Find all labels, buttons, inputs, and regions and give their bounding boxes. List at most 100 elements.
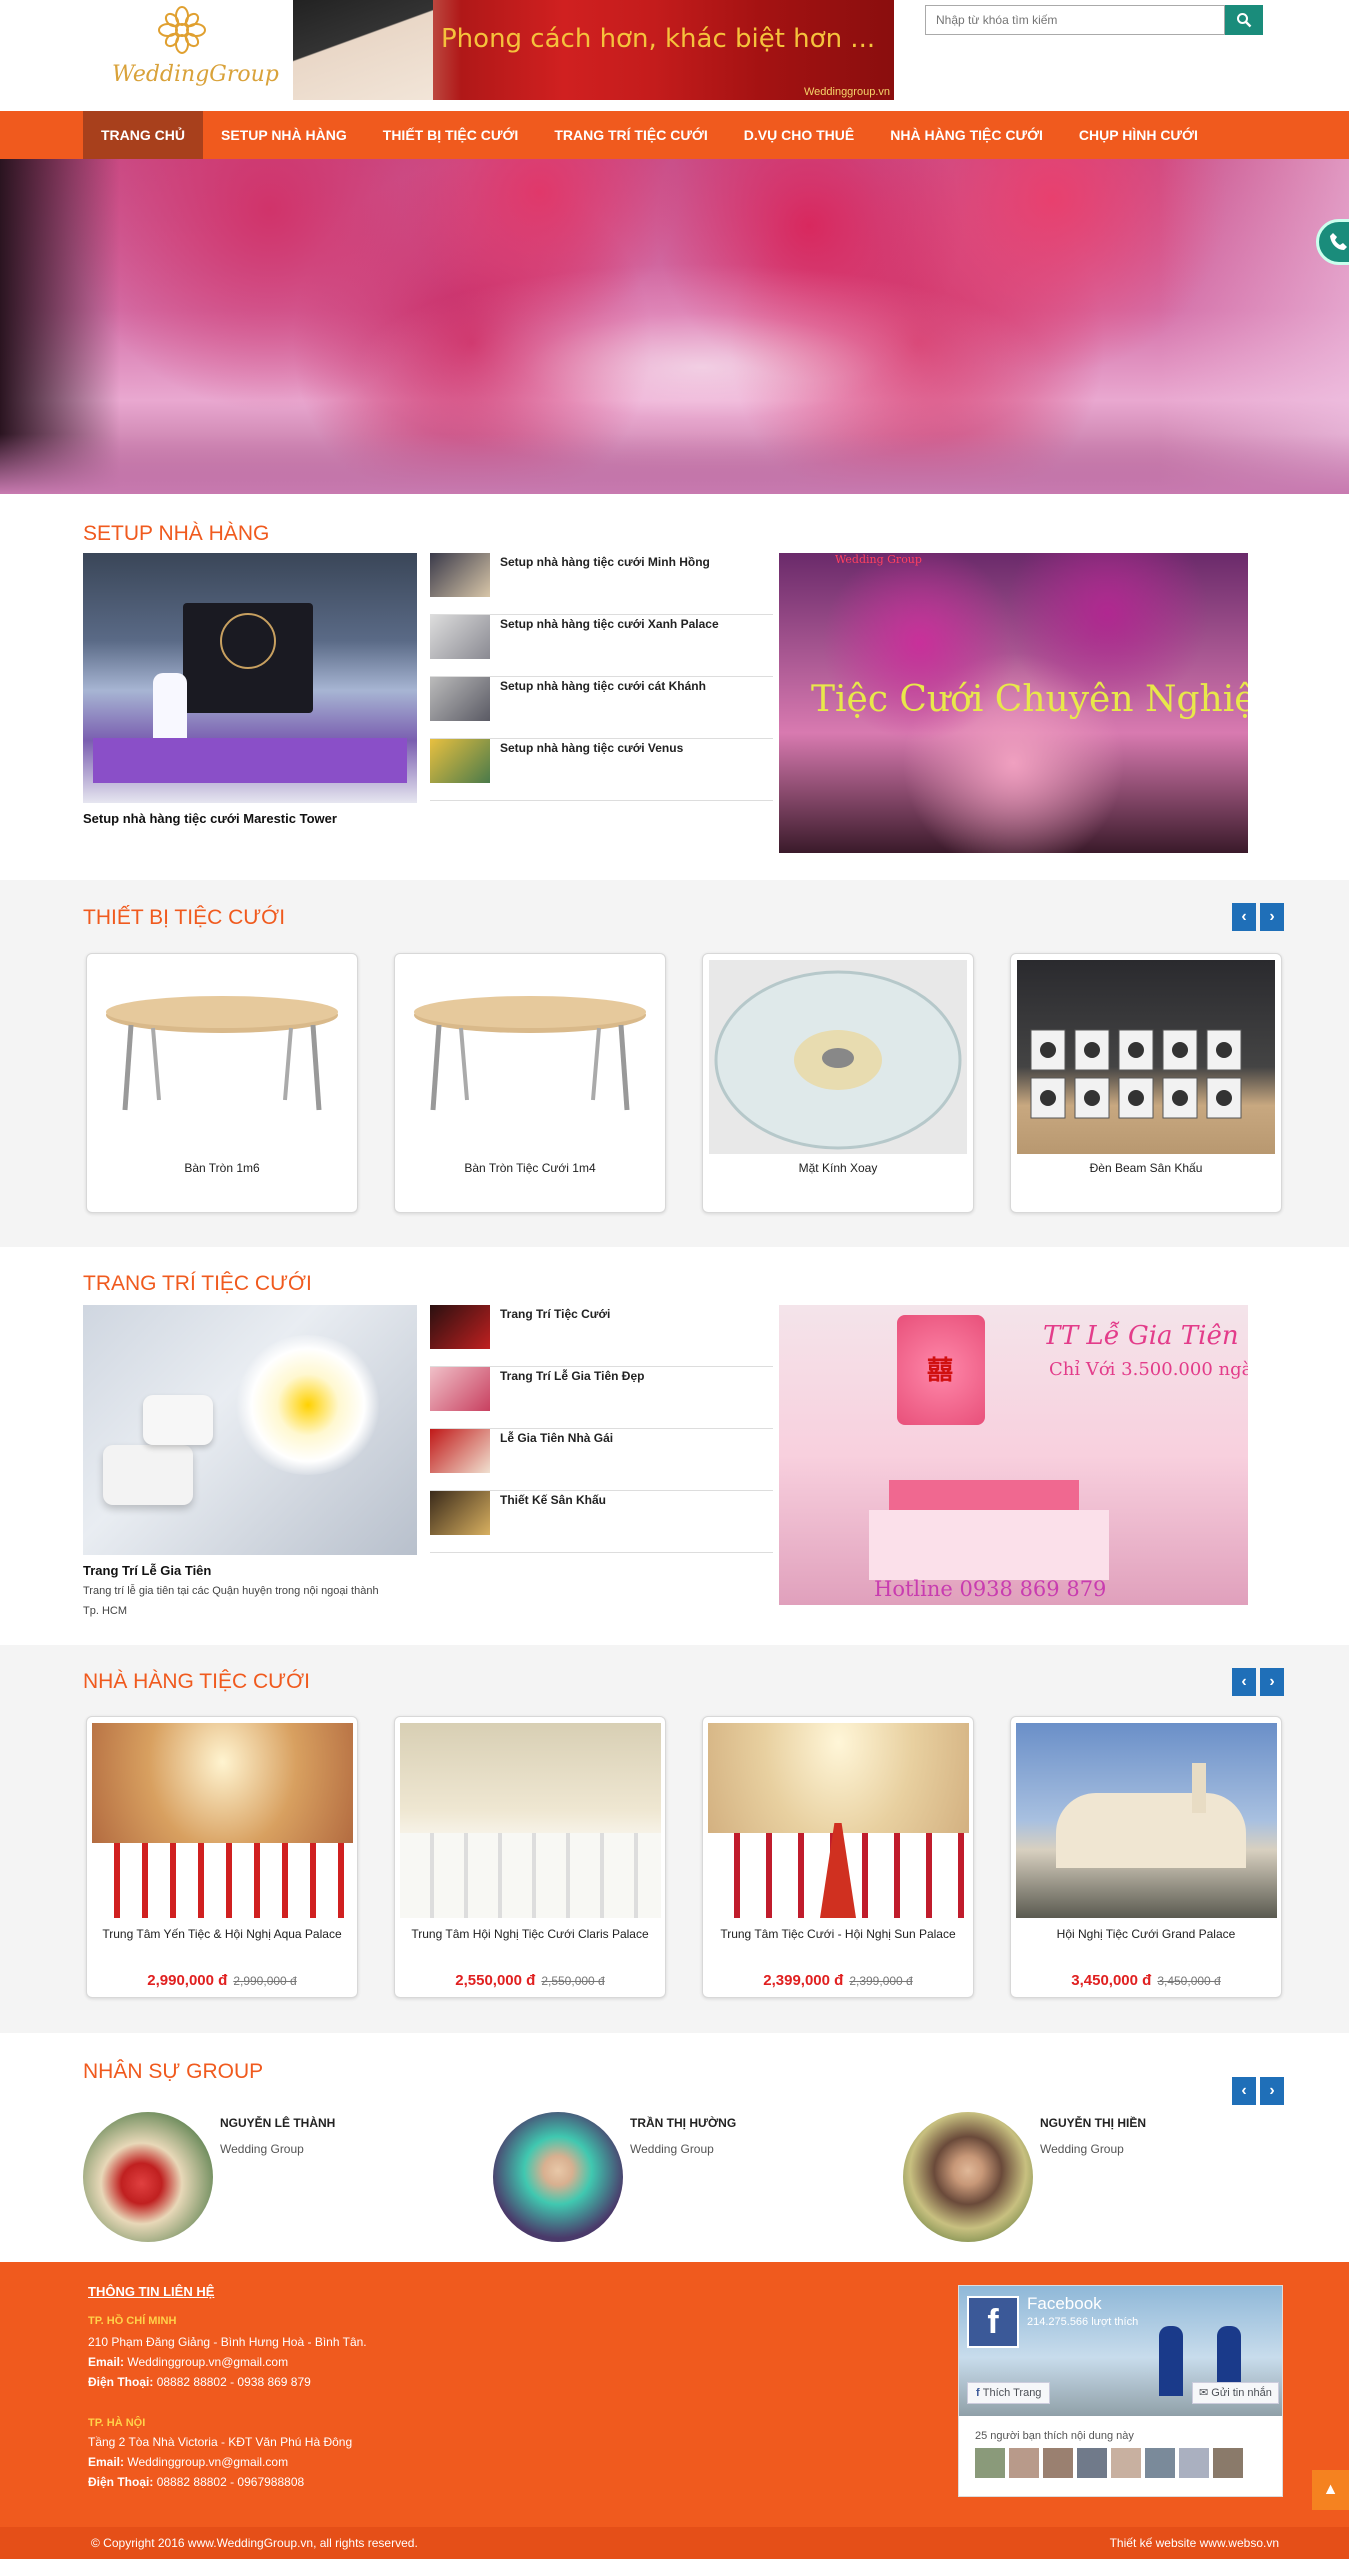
product-card[interactable]: Bàn Tròn Tiệc Cưới 1m4 <box>394 953 666 1213</box>
restaurant-card[interactable]: Trung Tâm Hội Nghị Tiệc Cưới Claris Pala… <box>394 1716 666 1998</box>
list-item[interactable]: Lễ Gia Tiên Nhà Gái <box>430 1429 773 1491</box>
nav-item-photo[interactable]: CHỤP HÌNH CƯỚI <box>1061 111 1216 159</box>
product-card[interactable]: Mặt Kính Xoay <box>702 953 974 1213</box>
search-button[interactable] <box>1225 5 1263 35</box>
product-image <box>401 960 659 1154</box>
list-item-title: Setup nhà hàng tiệc cưới Minh Hồng <box>500 555 710 569</box>
list-item[interactable]: Trang Trí Lễ Gia Tiên Đẹp <box>430 1367 773 1429</box>
decor-featured-image[interactable] <box>83 1305 417 1555</box>
restaurant-card[interactable]: Trung Tâm Yến Tiệc & Hội Nghị Aqua Palac… <box>86 1716 358 1998</box>
setup-ad-banner[interactable]: Wedding Group Tiệc Cưới Chuyên Nghiệp <box>779 553 1248 853</box>
staff-name: NGUYỄN LÊ THÀNH <box>220 2116 336 2130</box>
next-arrow-icon[interactable]: › <box>1260 2077 1284 2105</box>
email-value[interactable]: Weddinggroup.vn@gmail.com <box>127 2355 288 2369</box>
list-item[interactable]: Thiết Kế Sân Khấu <box>430 1491 773 1553</box>
facebook-widget[interactable]: f Facebook 214.275.566 lượt thích f Thíc… <box>958 2285 1283 2497</box>
header-banner[interactable]: Phong cách hơn, khác biệt hơn ... Weddin… <box>293 0 894 100</box>
fb-message-button[interactable]: ✉ Gửi tin nhắn <box>1192 2382 1279 2404</box>
restaurant-price: 2,550,000 đ 2,550,000 đ <box>395 1972 665 1990</box>
next-arrow-icon[interactable]: › <box>1260 903 1284 931</box>
search-form <box>925 5 1263 35</box>
restaurant-name: Trung Tâm Yến Tiệc & Hội Nghị Aqua Palac… <box>102 1927 342 1941</box>
setup-list: Setup nhà hàng tiệc cưới Minh Hồng Setup… <box>430 553 773 803</box>
phone-value[interactable]: 08882 88802 - 0967988808 <box>157 2475 304 2489</box>
staff-name: NGUYỄN THỊ HIỀN <box>1040 2116 1147 2130</box>
nav-item-decor[interactable]: TRANG TRÍ TIỆC CƯỚI <box>536 111 725 159</box>
hero-slider[interactable] <box>0 159 1349 494</box>
decor-list: Trang Trí Tiệc Cưới Trang Trí Lễ Gia Tiê… <box>430 1305 773 1555</box>
ad-line-1: TT Lễ Gia Tiên <box>1043 1321 1239 1351</box>
prev-arrow-icon[interactable]: ‹ <box>1232 2077 1256 2105</box>
product-card[interactable]: Đèn Beam Sân Khấu <box>1010 953 1282 1213</box>
fb-like-label: Thích Trang <box>982 2387 1042 2399</box>
list-item[interactable]: Setup nhà hàng tiệc cưới cát Khánh <box>430 677 773 739</box>
prev-arrow-icon[interactable]: ‹ <box>1232 1668 1256 1696</box>
back-to-top-button[interactable]: ▲ <box>1312 2470 1349 2510</box>
phone-label: Điện Thoại: <box>88 2375 154 2389</box>
friend-avatar[interactable] <box>1213 2448 1243 2478</box>
email-value[interactable]: Weddinggroup.vn@gmail.com <box>127 2455 288 2469</box>
nav-item-equipment[interactable]: THIẾT BỊ TIỆC CƯỚI <box>365 111 537 159</box>
fb-like-button[interactable]: f Thích Trang <box>967 2382 1051 2404</box>
restaurant-name: Trung Tâm Tiệc Cưới - Hội Nghị Sun Palac… <box>720 1927 956 1941</box>
friend-avatar[interactable] <box>1077 2448 1107 2478</box>
setup-featured-image[interactable] <box>83 553 417 803</box>
list-item-title: Setup nhà hàng tiệc cưới Xanh Palace <box>500 617 719 631</box>
designer-credit[interactable]: Thiết kế website www.webso.vn <box>1110 2536 1279 2550</box>
list-thumb <box>430 1429 490 1473</box>
list-item[interactable]: Setup nhà hàng tiệc cưới Venus <box>430 739 773 801</box>
decor-featured-desc-1: Trang trí lễ gia tiên tại các Quận huyện… <box>83 1585 379 1597</box>
decor-featured-caption[interactable]: Trang Trí Lễ Gia Tiên <box>83 1563 211 1578</box>
next-arrow-icon[interactable]: › <box>1260 1668 1284 1696</box>
nav-item-restaurants[interactable]: NHÀ HÀNG TIỆC CƯỚI <box>872 111 1061 159</box>
decor-ad-banner[interactable]: 囍 TT Lễ Gia Tiên Chỉ Với 3.500.000 ngàn … <box>779 1305 1248 1605</box>
phone-value[interactable]: 08882 88802 - 0938 869 879 <box>157 2375 311 2389</box>
decor-featured-desc-2: Tp. HCM <box>83 1605 127 1617</box>
list-thumb <box>430 1367 490 1411</box>
email-label: Email: <box>88 2355 125 2369</box>
copyright-bar: © Copyright 2016 www.WeddingGroup.vn, al… <box>0 2527 1349 2559</box>
avatar[interactable] <box>493 2112 623 2242</box>
facebook-logo-icon: f <box>967 2296 1019 2348</box>
fb-page-name[interactable]: Facebook <box>1027 2294 1102 2314</box>
price-old: 2,399,000 đ <box>849 1974 913 1988</box>
email-label: Email: <box>88 2455 125 2469</box>
list-thumb <box>430 677 490 721</box>
price-old: 2,990,000 đ <box>233 1974 297 1988</box>
product-name: Bàn Tròn Tiệc Cưới 1m4 <box>464 1161 596 1175</box>
staff-group: Wedding Group <box>630 2142 714 2156</box>
friend-avatar[interactable] <box>1043 2448 1073 2478</box>
footer-title: THÔNG TIN LIÊN HỆ <box>88 2284 215 2299</box>
nav-item-setup[interactable]: SETUP NHÀ HÀNG <box>203 111 365 159</box>
nav-item-home[interactable]: TRANG CHỦ <box>83 111 203 159</box>
list-item[interactable]: Setup nhà hàng tiệc cưới Minh Hồng <box>430 553 773 615</box>
main-nav: TRANG CHỦ SETUP NHÀ HÀNG THIẾT BỊ TIỆC C… <box>0 111 1349 159</box>
restaurant-card[interactable]: Trung Tâm Tiệc Cưới - Hội Nghị Sun Palac… <box>702 1716 974 1998</box>
phone-icon <box>1330 233 1347 250</box>
banner-watermark: Weddinggroup.vn <box>803 86 890 98</box>
round-table-picture <box>414 996 646 1111</box>
friend-avatar[interactable] <box>1179 2448 1209 2478</box>
prev-arrow-icon[interactable]: ‹ <box>1232 903 1256 931</box>
avatar[interactable] <box>903 2112 1033 2242</box>
nav-item-rental[interactable]: D.VỤ CHO THUÊ <box>726 111 872 159</box>
ad-hotline: Hotline 0938 869 879 <box>874 1577 1107 1601</box>
product-card[interactable]: Bàn Tròn 1m6 <box>86 953 358 1213</box>
restaurant-price: 2,990,000 đ 2,990,000 đ <box>87 1972 357 1990</box>
list-item-title: Setup nhà hàng tiệc cưới cát Khánh <box>500 679 706 693</box>
setup-featured-caption[interactable]: Setup nhà hàng tiệc cưới Marestic Tower <box>83 811 337 826</box>
friend-avatar[interactable] <box>975 2448 1005 2478</box>
avatar[interactable] <box>83 2112 213 2242</box>
restaurant-name: Hội Nghị Tiệc Cưới Grand Palace <box>1056 1927 1236 1941</box>
friend-avatar[interactable] <box>1145 2448 1175 2478</box>
restaurant-card[interactable]: Hội Nghị Tiệc Cưới Grand Palace 3,450,00… <box>1010 1716 1282 1998</box>
list-item[interactable]: Setup nhà hàng tiệc cưới Xanh Palace <box>430 615 773 677</box>
list-thumb <box>430 553 490 597</box>
list-thumb <box>430 739 490 783</box>
site-logo[interactable]: WeddingGroup <box>112 4 279 96</box>
list-item[interactable]: Trang Trí Tiệc Cưới <box>430 1305 773 1367</box>
price-old: 3,450,000 đ <box>1157 1974 1221 1988</box>
friend-avatar[interactable] <box>1111 2448 1141 2478</box>
search-input[interactable] <box>925 5 1225 35</box>
friend-avatar[interactable] <box>1009 2448 1039 2478</box>
